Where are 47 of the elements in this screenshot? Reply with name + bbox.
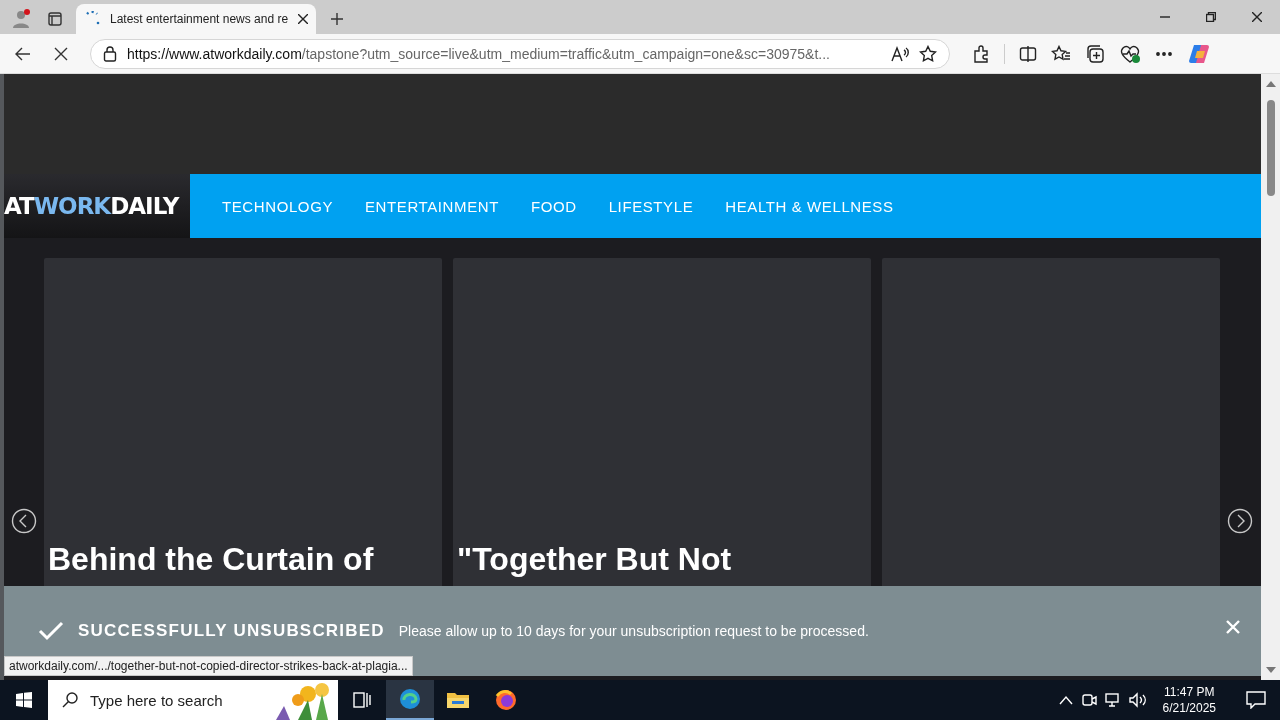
article-title[interactable]: "Together But Not bbox=[457, 541, 867, 578]
tab-close-icon[interactable] bbox=[298, 14, 308, 24]
star-icon[interactable] bbox=[919, 44, 937, 63]
scroll-up-icon[interactable] bbox=[1265, 80, 1276, 88]
person-icon bbox=[11, 9, 31, 29]
edge-icon bbox=[398, 687, 422, 711]
back-arrow-icon bbox=[15, 45, 31, 62]
site-logo[interactable]: ATWORKDAILY bbox=[4, 174, 190, 238]
tabs-icon bbox=[47, 11, 63, 27]
chevron-up-icon[interactable] bbox=[1058, 695, 1073, 705]
article-title[interactable]: Behind the Curtain of bbox=[48, 541, 438, 578]
close-icon[interactable] bbox=[1226, 620, 1240, 634]
windows-icon bbox=[16, 692, 32, 708]
scroll-down-icon[interactable] bbox=[1265, 666, 1276, 674]
read-aloud-icon[interactable] bbox=[891, 45, 909, 62]
favorites-icon[interactable] bbox=[1051, 44, 1071, 63]
split-screen-icon[interactable] bbox=[1019, 44, 1037, 63]
lock-icon bbox=[103, 45, 117, 62]
health-icon[interactable] bbox=[1119, 43, 1141, 64]
search-icon bbox=[62, 692, 78, 708]
search-field[interactable]: Type here to search bbox=[48, 680, 338, 720]
network-icon[interactable] bbox=[1104, 692, 1121, 708]
status-url: atworkdaily.com/.../together-but-not-copied-director-strikes-back-at-plagia... bbox=[4, 656, 413, 676]
tab-title: Latest entertainment news and re bbox=[110, 12, 288, 26]
browser-tab[interactable]: Latest entertainment news and re bbox=[76, 4, 316, 34]
arrow-left-icon[interactable] bbox=[11, 508, 37, 534]
notice-title: SUCCESSFULLY UNSUBSCRIBED bbox=[78, 621, 385, 641]
scrollbar[interactable] bbox=[1261, 74, 1280, 680]
close-icon bbox=[1252, 12, 1262, 22]
clock[interactable]: 11:47 PM 6/21/2025 bbox=[1154, 684, 1224, 716]
edge-taskbar-button[interactable] bbox=[386, 680, 434, 720]
restore-icon bbox=[1206, 12, 1216, 22]
firefox-icon bbox=[494, 688, 518, 712]
folder-icon bbox=[446, 690, 470, 710]
meet-icon[interactable] bbox=[1080, 692, 1097, 708]
loading-spinner-icon bbox=[84, 11, 100, 27]
arrow-right-icon[interactable] bbox=[1227, 508, 1253, 534]
address-bar[interactable]: https://www.atworkdaily.com/tapstone?utm_source=live&utm_medium=traffic&utm_campaign=one&sc=30975&t... bbox=[90, 38, 950, 69]
checkmark-icon bbox=[38, 621, 64, 641]
notification-icon bbox=[1246, 691, 1266, 709]
puzzle-icon[interactable] bbox=[972, 44, 990, 63]
task-view-icon bbox=[353, 692, 371, 708]
speaker-icon[interactable] bbox=[1128, 692, 1147, 708]
stop-icon bbox=[54, 46, 68, 61]
collections-icon[interactable] bbox=[1085, 43, 1105, 64]
plus-icon bbox=[330, 12, 344, 26]
scrollbar-thumb[interactable] bbox=[1266, 100, 1275, 196]
